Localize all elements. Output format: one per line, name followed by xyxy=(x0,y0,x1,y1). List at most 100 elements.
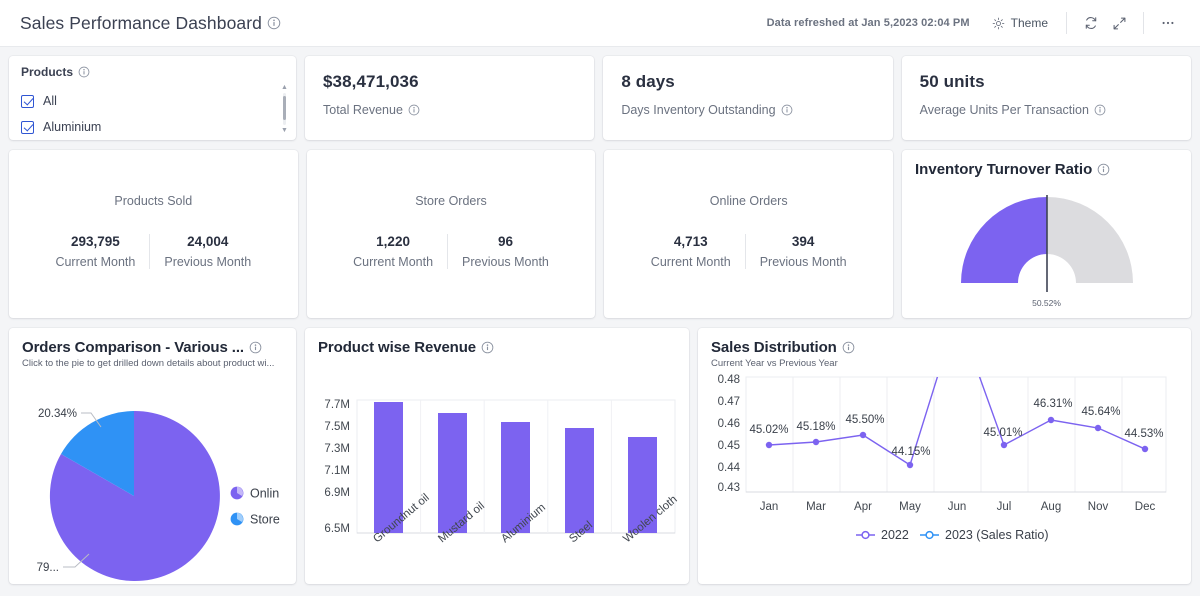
line-legend: 2022 2023 (Sales Ratio) xyxy=(856,528,1049,542)
kpi-aupt-info-icon[interactable] xyxy=(1094,104,1106,116)
line-ytick-4: 0.44 xyxy=(718,462,741,474)
gauge-title: Inventory Turnover Ratio xyxy=(915,161,1093,178)
scroll-down-icon[interactable]: ▼ xyxy=(280,127,289,134)
card-sales-distribution: Sales Distribution Current Year vs Previ… xyxy=(698,328,1191,584)
store-orders-title: Store Orders xyxy=(415,193,487,208)
online-orders-current-value: 4,713 xyxy=(673,233,708,249)
header-divider-1 xyxy=(1066,12,1067,34)
bar-title-row: Product wise Revenue xyxy=(305,339,689,356)
filter-option-aluminium-label: Aluminium xyxy=(43,120,102,134)
line-label-dec: 44.53% xyxy=(1124,428,1163,440)
header-divider-2 xyxy=(1143,12,1144,34)
filter-title: Products xyxy=(21,65,74,79)
gauge-chart[interactable]: 50.52% xyxy=(902,184,1191,308)
header-controls: Data refreshed at Jan 5,2023 02:04 PM Th… xyxy=(767,9,1182,37)
legend-item-2023[interactable]: 2023 (Sales Ratio) xyxy=(920,528,1049,542)
theme-button[interactable]: Theme xyxy=(984,12,1056,34)
line-label-mar: 45.18% xyxy=(796,421,835,433)
line-label-jul: 45.01% xyxy=(983,427,1022,439)
pie-legend-label-store: Store xyxy=(250,513,280,527)
line-xtick-6: Aug xyxy=(1041,501,1061,513)
scrollbar-thumb[interactable] xyxy=(283,96,286,120)
online-orders-previous: 394 Previous Month xyxy=(744,233,861,269)
line-chart[interactable]: 0.48 0.47 0.46 0.45 0.44 0.43 45.02% 45.… xyxy=(698,369,1191,574)
line-ytick-0: 0.48 xyxy=(718,374,740,386)
line-subtitle: Current Year vs Previous Year xyxy=(711,358,838,369)
refresh-icon[interactable] xyxy=(1077,9,1105,37)
line-point-jul[interactable] xyxy=(1000,441,1008,449)
theme-label: Theme xyxy=(1010,16,1048,30)
scroll-up-icon[interactable]: ▲ xyxy=(280,84,289,91)
pie-legend-item-store[interactable]: Store xyxy=(230,513,280,527)
gauge-title-row: Inventory Turnover Ratio xyxy=(902,161,1191,178)
card-inventory-turnover-ratio: Inventory Turnover Ratio 50.52% xyxy=(902,150,1192,318)
bar-info-icon[interactable] xyxy=(481,341,494,354)
filter-scrollbar[interactable]: ▲ ▼ xyxy=(280,84,289,134)
line-plot-area xyxy=(745,376,1167,493)
line-point-mar[interactable] xyxy=(812,438,820,446)
line-xtick-8: Dec xyxy=(1135,501,1156,513)
bar-steel[interactable] xyxy=(565,428,594,533)
line-ytick-3: 0.45 xyxy=(718,440,740,452)
store-orders-values: 1,220 Current Month 96 Previous Month xyxy=(339,233,563,269)
kpi-total-revenue: $38,471,036 Total Revenue xyxy=(305,56,595,140)
pie-chart[interactable]: 20.34% 79... Onlin Store xyxy=(9,369,296,584)
line-xtick-5: Jul xyxy=(997,501,1012,513)
legend-item-2022[interactable]: 2022 xyxy=(856,528,909,542)
line-title: Sales Distribution xyxy=(711,339,837,356)
pie-legend: Onlin Store xyxy=(230,487,280,527)
kpi-total-revenue-value: $38,471,036 xyxy=(323,72,419,91)
store-orders-current: 1,220 Current Month xyxy=(339,234,447,269)
products-sold-current-value: 293,795 xyxy=(71,233,120,249)
kpi-aupt-label: Average Units Per Transaction xyxy=(919,103,1089,117)
page-title-info-icon[interactable] xyxy=(267,16,281,30)
line-ytick-1: 0.47 xyxy=(718,396,740,408)
line-label-nov: 45.64% xyxy=(1081,406,1120,418)
line-point-may[interactable] xyxy=(906,461,914,469)
filter-option-all[interactable]: All xyxy=(21,88,284,114)
filter-option-aluminium[interactable]: Aluminium xyxy=(21,114,284,140)
bar-title: Product wise Revenue xyxy=(318,339,477,356)
page-title: Sales Performance Dashboard xyxy=(20,12,262,33)
line-point-dec[interactable] xyxy=(1141,445,1149,453)
line-label-aug: 46.31% xyxy=(1033,398,1072,410)
gauge-track xyxy=(1046,197,1133,283)
bar-ytick-5: 6.5M xyxy=(324,523,350,535)
more-options-icon[interactable] xyxy=(1154,9,1182,37)
checkbox-all[interactable] xyxy=(21,94,34,108)
pie-legend-item-online[interactable]: Onlin xyxy=(230,487,280,501)
line-label-may: 44.15% xyxy=(891,446,930,458)
pie-legend-label-online: Onlin xyxy=(250,487,279,501)
store-orders-previous-value: 96 xyxy=(497,233,513,249)
filter-info-icon[interactable] xyxy=(78,66,90,78)
products-filter-card: Products All Aluminium ▲ ▼ xyxy=(9,56,296,140)
line-point-jan[interactable] xyxy=(765,441,773,449)
expand-icon[interactable] xyxy=(1105,9,1133,37)
kpi-dio-info-icon[interactable] xyxy=(781,104,793,116)
checkbox-aluminium[interactable] xyxy=(21,120,34,134)
line-xtick-1: Mar xyxy=(806,501,826,513)
line-info-icon[interactable] xyxy=(842,341,855,354)
bar-chart[interactable]: 7.7M 7.5M 7.3M 7.1M 6.9M 6.5M Groundnut … xyxy=(305,356,689,582)
filter-options-list: All Aluminium xyxy=(21,88,284,140)
dashboard-root: Sales Performance Dashboard Data refresh… xyxy=(0,0,1200,596)
app-header: Sales Performance Dashboard Data refresh… xyxy=(0,0,1200,47)
online-orders-previous-label: Previous Month xyxy=(759,254,847,269)
line-point-aug[interactable] xyxy=(1047,416,1055,424)
line-point-nov[interactable] xyxy=(1094,424,1102,432)
kpi-total-revenue-label: Total Revenue xyxy=(323,103,403,117)
card-online-orders: Online Orders 4,713 Current Month 394 Pr… xyxy=(604,150,894,318)
kpi-total-revenue-info-icon[interactable] xyxy=(408,104,420,116)
pie-info-icon[interactable] xyxy=(249,341,262,354)
store-orders-previous-label: Previous Month xyxy=(462,254,549,269)
kpi-total-revenue-label-row: Total Revenue xyxy=(323,103,576,117)
kpi-aupt-label-row: Average Units Per Transaction xyxy=(920,103,1173,117)
products-sold-previous-label: Previous Month xyxy=(164,254,252,269)
kpi-row: Products All Aluminium ▲ ▼ $38,471,036 T… xyxy=(9,56,1191,140)
line-ytick-5: 0.43 xyxy=(718,482,740,494)
line-point-apr[interactable] xyxy=(859,431,867,439)
comparison-row: Products Sold 293,795 Current Month 24,0… xyxy=(9,150,1192,318)
card-orders-comparison: Orders Comparison - Various ... Click to… xyxy=(9,328,296,584)
kpi-average-units-per-transaction: 50 units Average Units Per Transaction xyxy=(901,56,1191,140)
gauge-info-icon[interactable] xyxy=(1097,163,1110,176)
